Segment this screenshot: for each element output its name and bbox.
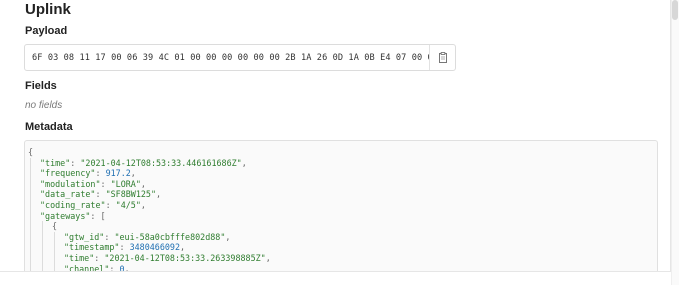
indent-guide: [30, 199, 40, 211]
indent-guide: [30, 210, 40, 222]
json-punct: ,: [241, 157, 247, 168]
json-line: "gateways": [: [28, 210, 657, 222]
indent-guide: [30, 221, 40, 232]
payload-value[interactable]: 6F 03 08 11 17 00 06 39 4C 01 00 00 00 0…: [25, 53, 429, 63]
json-punct: ,: [140, 178, 146, 189]
indent-guide: [30, 242, 40, 253]
json-value: "SF8BW125": [105, 189, 156, 200]
json-line: {: [28, 147, 657, 158]
json-key: "data_rate": [40, 189, 96, 200]
json-punct: ,: [140, 199, 146, 210]
indent-guide: [42, 252, 52, 264]
json-line: "data_rate": "SF8BW125",: [28, 189, 657, 200]
indent-guide: [30, 263, 40, 271]
json-brace: {: [52, 221, 58, 232]
json-separator: :: [105, 199, 116, 210]
json-key: "time": [40, 157, 71, 168]
page-scrollbar[interactable]: [671, 0, 679, 285]
json-value: 3480466092: [129, 242, 180, 253]
json-line: "time": "2021-04-12T08:53:33.446161686Z"…: [28, 157, 657, 169]
section-title: Uplink: [25, 1, 71, 18]
json-separator: :: [95, 189, 106, 200]
json-line: "time": "2021-04-12T08:53:33.263398885Z"…: [28, 252, 657, 264]
metadata-json: { "time": "2021-04-12T08:53:33.446161686…: [25, 141, 657, 272]
json-key: "coding_rate": [40, 199, 106, 210]
json-key: "channel": [64, 263, 110, 272]
json-separator: :: [90, 210, 101, 221]
json-value: [: [100, 210, 106, 221]
indent-guide: [30, 157, 40, 169]
json-key: "gtw_id": [64, 231, 105, 242]
indent-guide: [30, 231, 40, 243]
json-line: "modulation": "LORA",: [28, 178, 657, 190]
json-punct: ,: [179, 242, 186, 253]
json-punct: ,: [124, 263, 130, 272]
json-key: "frequency": [40, 168, 96, 179]
json-punct: ,: [225, 231, 231, 242]
json-value: 917.2: [105, 168, 131, 179]
payload-label: Payload: [25, 25, 68, 37]
json-key: "modulation": [40, 178, 101, 189]
json-value: "LORA": [110, 178, 141, 189]
fields-label: Fields: [25, 80, 57, 92]
json-separator: :: [119, 242, 130, 253]
indent-guide: [54, 231, 64, 243]
indent-guide: [30, 168, 40, 179]
json-value: "2021-04-12T08:53:33.446161686Z": [80, 157, 242, 168]
json-key: "gateways": [40, 210, 91, 221]
json-key: "time": [64, 252, 95, 263]
payload-field[interactable]: 6F 03 08 11 17 00 06 39 4C 01 00 00 00 0…: [24, 44, 456, 71]
indent-guide: [42, 242, 52, 253]
indent-guide: [42, 263, 52, 271]
json-line: {: [28, 221, 657, 232]
indent-guide: [54, 252, 64, 264]
json-value: "eui-58a0cbfffe802d88": [114, 231, 226, 242]
indent-guide: [30, 178, 40, 190]
json-brace: {: [28, 147, 34, 157]
copy-icon: [438, 52, 447, 63]
json-line: "coding_rate": "4/5",: [28, 199, 657, 211]
indent-guide: [42, 231, 52, 243]
json-line: "channel": 0,: [28, 263, 657, 272]
json-separator: :: [70, 157, 81, 168]
json-separator: :: [109, 263, 120, 272]
copy-payload-button[interactable]: [429, 45, 455, 70]
uplink-panel: Uplink Payload 6F 03 08 11 17 00 06 39 4…: [0, 0, 671, 272]
json-line: "frequency": 917.2,: [28, 168, 657, 179]
json-separator: :: [100, 178, 111, 189]
metadata-json-viewer[interactable]: { "time": "2021-04-12T08:53:33.446161686…: [24, 140, 658, 272]
indent-guide: [30, 189, 40, 200]
metadata-label: Metadata: [25, 121, 73, 133]
indent-guide: [42, 221, 52, 232]
indent-guide: [54, 242, 64, 253]
json-punct: ,: [265, 252, 271, 263]
json-separator: :: [94, 252, 105, 263]
json-punct: ,: [130, 168, 136, 179]
json-line: "timestamp": 3480466092,: [28, 242, 657, 253]
json-separator: :: [95, 168, 106, 179]
json-value: "4/5": [115, 199, 141, 210]
no-fields-text: no fields: [25, 100, 63, 111]
indent-guide: [54, 263, 64, 271]
indent-guide: [30, 252, 40, 264]
json-punct: ,: [155, 189, 162, 200]
json-line: "gtw_id": "eui-58a0cbfffe802d88",: [28, 231, 657, 243]
json-key: "timestamp": [64, 242, 120, 253]
json-separator: :: [104, 231, 115, 242]
scrollbar-thumb[interactable]: [672, 0, 678, 20]
json-value: "2021-04-12T08:53:33.263398885Z": [104, 252, 266, 263]
